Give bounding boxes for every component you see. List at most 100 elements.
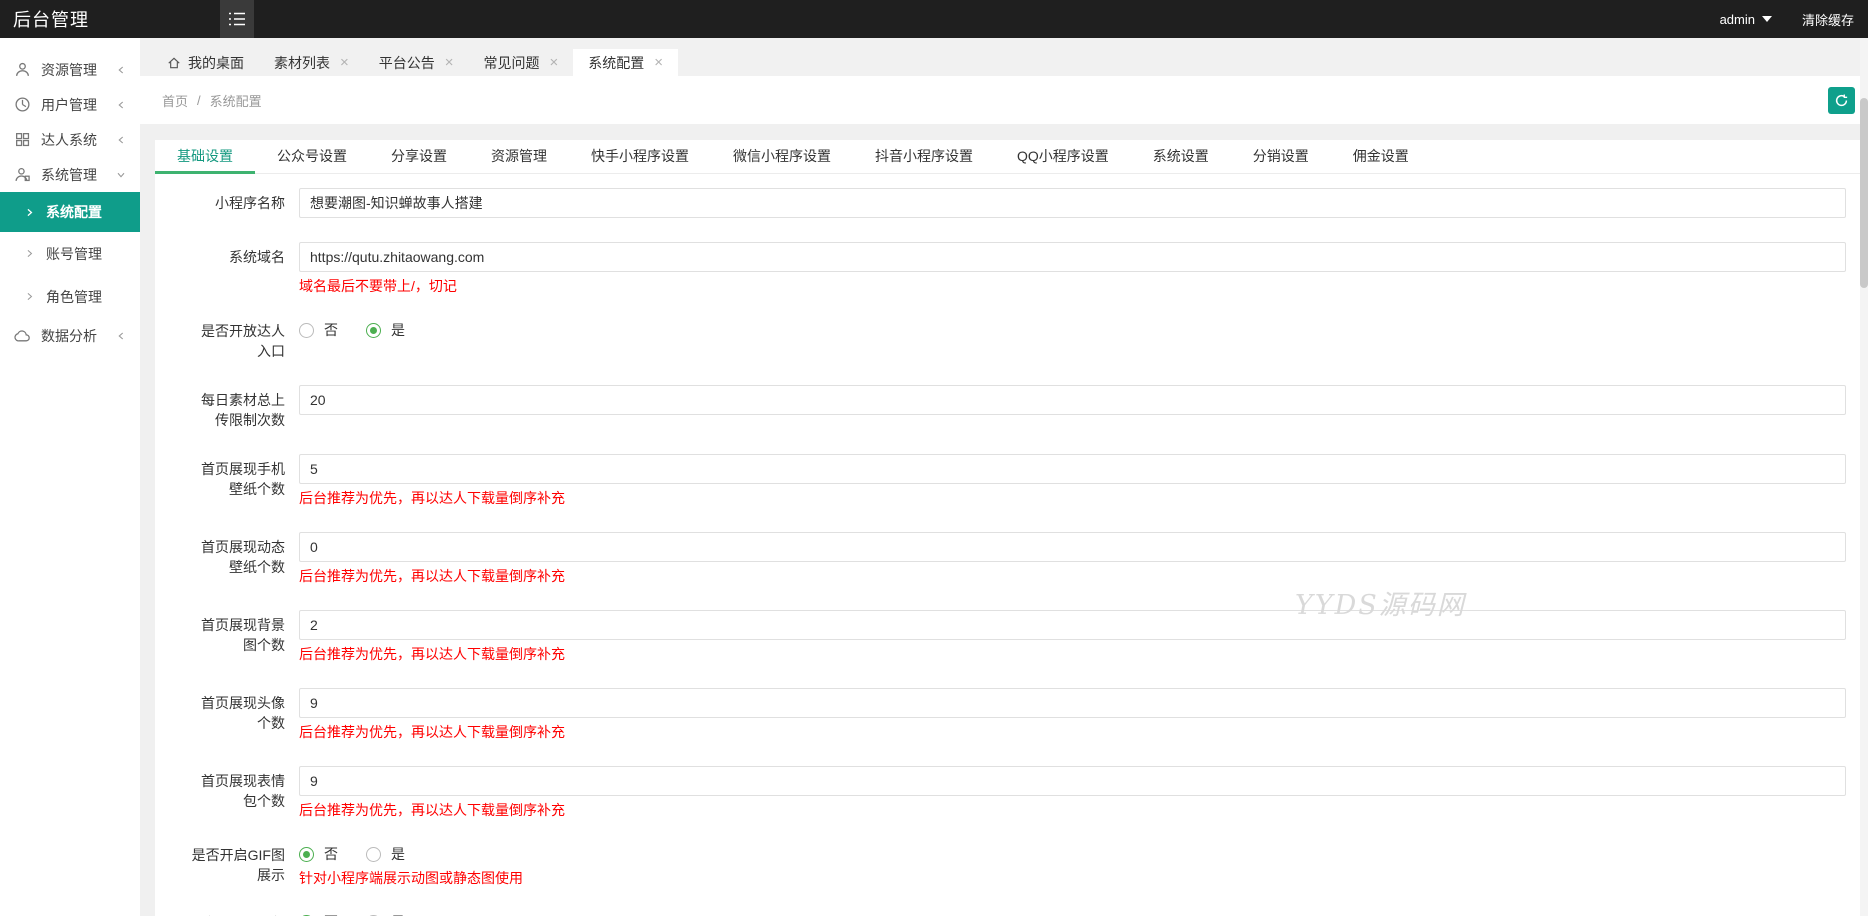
app-title: 后台管理 <box>13 10 89 30</box>
field-label: 首页展现头像 个数 <box>201 695 285 731</box>
tab-system-settings[interactable]: 系统设置 <box>1131 140 1231 173</box>
home-live-wallpaper-count-input[interactable] <box>299 532 1846 562</box>
arrow-right-icon <box>27 249 33 258</box>
sidebar-item-role-management[interactable]: 角色管理 <box>0 275 140 318</box>
chevron-down-icon <box>117 172 125 178</box>
field-hint: 后台推荐为优先，再以达人下载量倒序补充 <box>299 568 565 584</box>
field-hint: 后台推荐为优先，再以达人下载量倒序补充 <box>299 724 565 740</box>
form-row-system-domain: 系统域名 域名最后不要带上/，切记 <box>155 242 1846 296</box>
sidebar-item-users[interactable]: 用户管理 <box>0 87 140 122</box>
field-label: 首页展现背景 图个数 <box>201 617 285 653</box>
tab-kuaishou-miniapp-settings[interactable]: 快手小程序设置 <box>569 140 711 173</box>
tab-distribution-settings[interactable]: 分销设置 <box>1231 140 1331 173</box>
field-hint: 后台推荐为优先，再以达人下载量倒序补充 <box>299 490 565 506</box>
radio-option-no[interactable]: 否 <box>299 844 338 864</box>
home-icon <box>168 56 180 68</box>
radio-option-yes[interactable]: 是 <box>366 912 405 916</box>
form-row-open-expert-entry: 是否开放达人 入口 否 是 <box>155 320 1846 361</box>
radio-checked-icon <box>299 846 314 862</box>
chevron-down-icon <box>1761 16 1772 22</box>
field-label: 首页展现动态 壁纸个数 <box>201 539 285 575</box>
user-name: admin <box>1719 11 1755 27</box>
sidebar-item-system[interactable]: 系统管理 <box>0 157 140 192</box>
field-hint: 针对小程序端展示动图或静态图使用 <box>299 870 523 886</box>
radio-checked-icon <box>366 322 381 338</box>
arrow-right-icon <box>27 208 33 216</box>
tab-commission-settings[interactable]: 佣金设置 <box>1331 140 1431 173</box>
main-panel: 基础设置 公众号设置 分享设置 资源管理 快手小程序设置 微信小程序设置 抖音小… <box>155 140 1860 916</box>
radio-option-no[interactable]: 否 <box>299 912 338 916</box>
daily-upload-limit-input[interactable] <box>299 385 1846 415</box>
sidebar: 资源管理 用户管理 达人系统 系统管理 系统配置 账号管理 角色管理 数据分析 <box>0 38 140 916</box>
tab-share-settings[interactable]: 分享设置 <box>369 140 469 173</box>
field-label: 是否开放达人 入口 <box>201 323 285 359</box>
form-row-daily-upload-limit: 每日素材总上 传限制次数 <box>155 385 1846 430</box>
radio-option-yes[interactable]: 是 <box>366 320 405 340</box>
sidebar-toggle-button[interactable] <box>220 0 254 38</box>
tab-resource-management[interactable]: 资源管理 <box>469 140 569 173</box>
sidebar-item-system-config[interactable]: 系统配置 <box>0 192 140 232</box>
field-label: 首页展现表情 包个数 <box>201 773 285 809</box>
form-row-home-avatar-count: 首页展现头像 个数 后台推荐为优先，再以达人下载量倒序补充 <box>155 688 1846 742</box>
sidebar-item-account-management[interactable]: 账号管理 <box>0 232 140 275</box>
sidebar-item-data-analysis[interactable]: 数据分析 <box>0 318 140 353</box>
hamburger-icon <box>227 11 247 27</box>
tab-faq[interactable]: 常见问题 × <box>469 49 574 76</box>
chevron-left-icon <box>118 136 124 143</box>
tab-system-config[interactable]: 系统配置 × <box>573 49 679 76</box>
home-avatar-count-input[interactable] <box>299 688 1846 718</box>
form-row-gif-display: 是否开启GIF图 展示 否 是 针对小程序端展示动图或静态图使用 <box>155 844 1846 888</box>
admin-person-icon <box>15 168 30 182</box>
field-hint: 后台推荐为优先，再以达人下载量倒序补充 <box>299 646 565 662</box>
form-row-mini-program-name: 小程序名称 <box>155 188 1846 218</box>
clock-circle-icon <box>15 97 30 112</box>
field-label: 小程序名称 <box>215 195 285 211</box>
user-menu[interactable]: admin <box>1720 12 1772 27</box>
close-icon[interactable]: × <box>340 55 349 70</box>
window-tabstrip: 我的桌面 素材列表 × 平台公告 × 常见问题 × 系统配置 × <box>140 38 1868 76</box>
radio-group: 否 是 <box>299 912 1846 916</box>
cloud-icon <box>14 330 30 342</box>
sidebar-item-experts[interactable]: 达人系统 <box>0 122 140 157</box>
person-icon <box>16 62 29 76</box>
home-background-count-input[interactable] <box>299 610 1846 640</box>
sidebar-item-resources[interactable]: 资源管理 <box>0 52 140 87</box>
breadcrumb-separator: / <box>197 92 201 108</box>
field-label: 首页展现手机 壁纸个数 <box>201 461 285 497</box>
radio-option-no[interactable]: 否 <box>299 320 338 340</box>
radio-group: 否 是 <box>299 844 1846 864</box>
tab-douyin-miniapp-settings[interactable]: 抖音小程序设置 <box>853 140 995 173</box>
radio-option-yes[interactable]: 是 <box>366 844 405 864</box>
system-domain-input[interactable] <box>299 242 1846 272</box>
tab-wechat-miniapp-settings[interactable]: 微信小程序设置 <box>711 140 853 173</box>
clear-cache-button[interactable]: 清除缓存 <box>1802 10 1854 29</box>
chevron-left-icon <box>118 101 124 108</box>
breadcrumb-row: 首页 / 系统配置 <box>140 76 1868 124</box>
form-row-home-live-wallpaper-count: 首页展现动态 壁纸个数 后台推荐为优先，再以达人下载量倒序补充 <box>155 532 1846 586</box>
close-icon[interactable]: × <box>445 55 454 70</box>
field-hint: 后台推荐为优先，再以达人下载量倒序补充 <box>299 802 565 818</box>
tab-official-account-settings[interactable]: 公众号设置 <box>255 140 369 173</box>
grid-icon <box>16 133 30 147</box>
field-label: 每日素材总上 传限制次数 <box>201 392 285 428</box>
form-row-register-invite-code: 注册是否强制 填写邀请码 否 是 <box>155 912 1846 916</box>
radio-group: 否 是 <box>299 320 1846 340</box>
refresh-button[interactable] <box>1828 86 1855 114</box>
tab-material-list[interactable]: 素材列表 × <box>259 49 364 76</box>
tab-platform-announcement[interactable]: 平台公告 × <box>364 49 469 76</box>
scrollbar-thumb[interactable] <box>1860 98 1868 288</box>
refresh-icon <box>1835 94 1848 106</box>
field-label: 是否开启GIF图 展示 <box>191 847 285 883</box>
home-phone-wallpaper-count-input[interactable] <box>299 454 1846 484</box>
topbar: 后台管理 admin 清除缓存 <box>0 0 1868 38</box>
tab-basic-settings[interactable]: 基础设置 <box>155 140 255 174</box>
close-icon[interactable]: × <box>654 55 663 70</box>
tab-qq-miniapp-settings[interactable]: QQ小程序设置 <box>995 140 1131 173</box>
home-emoji-count-input[interactable] <box>299 766 1846 796</box>
close-icon[interactable]: × <box>550 55 559 70</box>
breadcrumb-home[interactable]: 首页 <box>162 91 188 110</box>
field-label: 注册是否强制 填写邀请码 <box>155 912 285 916</box>
radio-icon <box>299 322 314 338</box>
tab-my-desktop[interactable]: 我的桌面 <box>152 49 259 76</box>
mini-program-name-input[interactable] <box>299 188 1846 218</box>
